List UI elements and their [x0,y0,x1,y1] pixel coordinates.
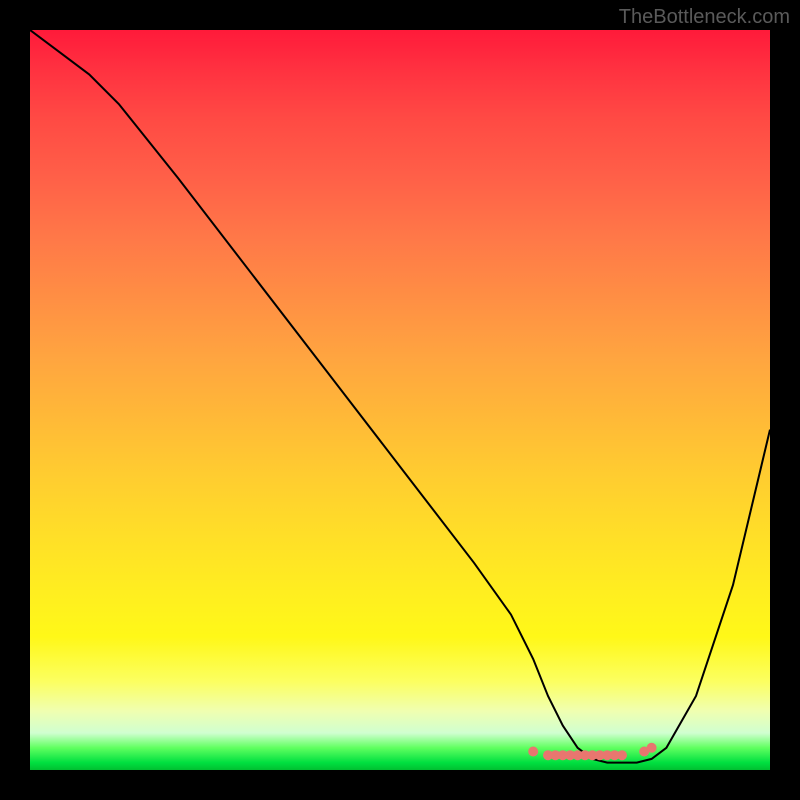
chart-area [30,30,770,770]
bottleneck-curve [30,30,770,763]
curve-markers [528,743,656,760]
chart-svg [30,30,770,770]
marker-point [528,747,538,757]
watermark-text: TheBottleneck.com [619,6,790,29]
marker-point [617,750,627,760]
marker-point [647,743,657,753]
